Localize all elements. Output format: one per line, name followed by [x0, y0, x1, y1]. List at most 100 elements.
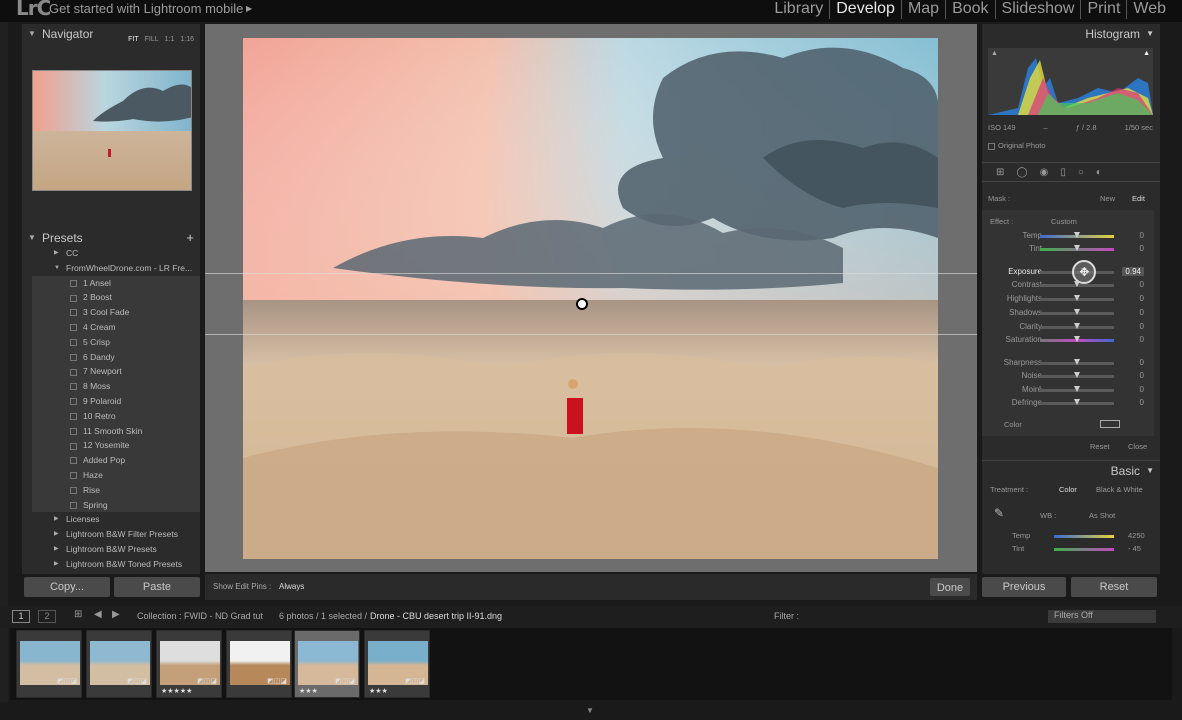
collapsed-icon[interactable]: ▶: [54, 527, 59, 542]
slider-knob[interactable]: [1074, 245, 1080, 251]
slider-defringe[interactable]: Defringe 0: [982, 397, 1154, 410]
slider-contrast[interactable]: Contrast 0: [982, 279, 1154, 292]
slider-value[interactable]: 0: [1140, 231, 1144, 240]
zoom-option[interactable]: FILL: [145, 30, 159, 50]
paste-button[interactable]: Paste: [114, 577, 200, 597]
slider-knob[interactable]: [1074, 323, 1080, 329]
mask-close-button[interactable]: Close: [1128, 442, 1147, 451]
done-button[interactable]: Done: [930, 578, 970, 596]
preset-item[interactable]: 4 Cream: [32, 319, 200, 335]
basic-tint-slider[interactable]: [1054, 548, 1114, 551]
slider-value[interactable]: 0: [1140, 358, 1144, 367]
slider-clarity[interactable]: Clarity 0: [982, 321, 1154, 334]
preset-item[interactable]: 9 Polaroid: [32, 393, 200, 409]
histogram-header[interactable]: Histogram ▼: [982, 24, 1160, 44]
collection-label[interactable]: Collection : FWID - ND Grad tut: [137, 611, 263, 621]
filmstrip-thumbnail[interactable]: ◩◫◪ ★★★: [364, 630, 430, 698]
module-print[interactable]: Print: [1080, 0, 1126, 19]
preset-folder[interactable]: ▶ Lightroom B&W Presets: [32, 542, 200, 557]
checkbox[interactable]: [988, 142, 995, 150]
grad-line-top[interactable]: [205, 273, 977, 274]
edit-pins-dropdown[interactable]: Always: [279, 582, 304, 591]
back-icon[interactable]: ◀: [94, 609, 102, 620]
collapsed-icon[interactable]: ▶: [54, 542, 59, 557]
main-photo[interactable]: [243, 38, 938, 559]
navigator-preview[interactable]: [32, 70, 192, 191]
module-develop[interactable]: Develop: [829, 0, 901, 19]
module-book[interactable]: Book: [945, 0, 994, 19]
zoom-option[interactable]: 1:1: [165, 30, 175, 50]
presets-header[interactable]: ▼ Presets +: [22, 228, 200, 248]
basic-tint-value[interactable]: - 45: [1128, 544, 1141, 553]
filmstrip-thumbnail[interactable]: ◩◫◪ ★★★: [294, 630, 360, 698]
preset-item[interactable]: 11 Smooth Skin: [32, 423, 200, 439]
navigator-header[interactable]: ▼ Navigator FIT FILL 1:1 1:16: [22, 24, 200, 44]
treatment-bw[interactable]: Black & White: [1096, 485, 1143, 494]
basic-temp-slider[interactable]: [1054, 535, 1114, 538]
page-1-button[interactable]: 1: [12, 610, 30, 623]
preset-item[interactable]: Spring: [32, 497, 200, 513]
preset-item[interactable]: Added Pop: [32, 453, 200, 468]
slider-knob[interactable]: [1074, 281, 1080, 287]
slider-knob[interactable]: [1074, 386, 1080, 392]
preset-item[interactable]: 8 Moss: [32, 379, 200, 394]
slider-knob[interactable]: [1074, 399, 1080, 405]
collapsed-icon[interactable]: ▶: [54, 512, 59, 527]
treatment-color[interactable]: Color: [1059, 485, 1077, 494]
add-preset-icon[interactable]: +: [186, 228, 194, 248]
slider-value[interactable]: 0: [1140, 385, 1144, 394]
crop-icon[interactable]: ⊞: [996, 167, 1004, 178]
expanded-icon[interactable]: ▼: [54, 261, 60, 276]
copy-button[interactable]: Copy...: [24, 577, 110, 597]
slider-knob[interactable]: [1074, 295, 1080, 301]
slider-knob[interactable]: [1074, 372, 1080, 378]
slider-value[interactable]: 0: [1140, 398, 1144, 407]
slider-value[interactable]: 0: [1140, 280, 1144, 289]
preset-folder[interactable]: ▼ FromWheelDrone.com - LR Fre...: [32, 261, 200, 276]
slider-value[interactable]: 0: [1140, 308, 1144, 317]
slider-knob[interactable]: [1074, 309, 1080, 315]
slider-saturation[interactable]: Saturation 0: [982, 334, 1154, 347]
slider-value[interactable]: 0: [1140, 244, 1144, 253]
slider-knob[interactable]: [1074, 232, 1080, 238]
mobile-prompt[interactable]: Get started with Lightroom mobile: [49, 1, 243, 16]
slider-sharpness[interactable]: Sharpness 0: [982, 357, 1154, 370]
mask-edit-button[interactable]: Edit: [1132, 194, 1145, 203]
filename-dropdown[interactable]: Drone - CBU desert trip II-91.dng: [370, 611, 502, 621]
module-slideshow[interactable]: Slideshow: [994, 0, 1081, 19]
module-web[interactable]: Web: [1126, 0, 1172, 19]
graduated-filter-icon[interactable]: ▯: [1060, 167, 1066, 178]
red-eye-icon[interactable]: ◉: [1040, 167, 1049, 178]
slider-knob[interactable]: [1074, 336, 1080, 342]
slider-temp[interactable]: Temp 0: [982, 230, 1154, 243]
rating-stars[interactable]: ★★★: [369, 687, 388, 695]
grid-icon[interactable]: ⊞: [74, 609, 82, 620]
module-map[interactable]: Map: [900, 0, 945, 19]
preset-item[interactable]: 12 Yosemite: [32, 438, 200, 454]
preset-item[interactable]: 5 Crisp: [32, 334, 200, 350]
module-library[interactable]: Library: [768, 0, 829, 19]
slider-value[interactable]: 0: [1140, 322, 1144, 331]
preset-folder[interactable]: ▶ Lightroom B&W Toned Presets: [32, 557, 200, 572]
preset-item[interactable]: 3 Cool Fade: [32, 305, 200, 320]
basic-temp-value[interactable]: 4250: [1128, 531, 1145, 540]
mask-new-button[interactable]: New: [1100, 194, 1115, 203]
rating-stars[interactable]: ★★★★★: [161, 687, 192, 695]
filmstrip-thumbnail[interactable]: ◩◫◪: [226, 630, 292, 698]
filmstrip-thumbnail[interactable]: ◩◫◪: [16, 630, 82, 698]
slider-noise[interactable]: Noise 0: [982, 370, 1154, 383]
preset-folder[interactable]: ▶ Licenses: [32, 512, 200, 527]
preset-folder[interactable]: ▶ CC: [32, 246, 200, 261]
preset-item[interactable]: 6 Dandy: [32, 349, 200, 365]
preset-item[interactable]: 10 Retro: [32, 408, 200, 424]
clip-highlight-icon[interactable]: ▲: [1143, 50, 1150, 57]
color-swatch[interactable]: [1100, 420, 1120, 428]
preset-item[interactable]: 7 Newport: [32, 364, 200, 380]
preset-item[interactable]: Haze: [32, 467, 200, 483]
original-photo-label[interactable]: Original Photo: [988, 141, 1046, 150]
slider-exposure[interactable]: Exposure 0.94 ✥: [982, 260, 1154, 284]
eyedropper-icon[interactable]: ✎: [994, 506, 1004, 520]
preset-folder[interactable]: ▶ Lightroom B&W Filter Presets: [32, 527, 200, 542]
zoom-option[interactable]: 1:16: [180, 30, 194, 50]
previous-button[interactable]: Previous: [982, 577, 1066, 597]
